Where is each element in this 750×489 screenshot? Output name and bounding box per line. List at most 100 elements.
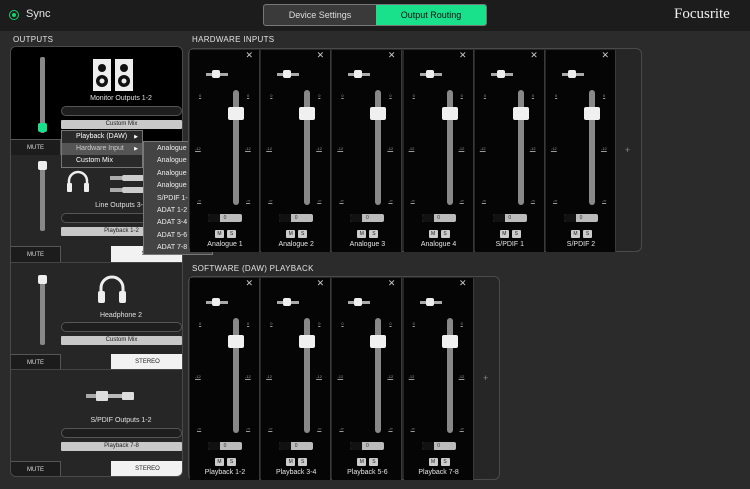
- close-icon[interactable]: ✕: [459, 278, 467, 289]
- scale-label: -12: [266, 146, 272, 151]
- fader-knob[interactable]: [299, 107, 316, 120]
- gain-value[interactable]: 0: [492, 214, 527, 222]
- scale-label: 0: [341, 93, 344, 98]
- solo-button[interactable]: S: [227, 230, 236, 238]
- mute-button[interactable]: M: [428, 458, 438, 466]
- close-icon[interactable]: ✕: [245, 50, 253, 61]
- solo-button[interactable]: S: [583, 230, 592, 238]
- solo-button[interactable]: S: [440, 230, 450, 238]
- solo-button[interactable]: S: [369, 230, 379, 238]
- mute-button[interactable]: MUTE: [11, 246, 61, 262]
- gain-value[interactable]: 0: [350, 442, 385, 450]
- scale-label: -12: [408, 146, 415, 151]
- output-name-field[interactable]: [61, 322, 182, 332]
- mute-button[interactable]: M: [357, 230, 367, 238]
- fader-knob[interactable]: [228, 335, 244, 348]
- tab-output-routing[interactable]: Output Routing: [376, 5, 486, 25]
- monitor-volume-track[interactable]: [40, 57, 45, 133]
- fader-knob[interactable]: [512, 107, 529, 120]
- headphone-volume-knob[interactable]: [38, 275, 47, 284]
- hardware-inputs-panel: ✕ 0 0 -12 -12 -∞ -∞ 0 M S Analogue 1 ✕ 0 0 -12 -12 -∞ -∞ 0…: [188, 48, 642, 252]
- solo-button[interactable]: S: [369, 458, 379, 466]
- headphone-volume-track[interactable]: [40, 275, 45, 345]
- monitor-volume-knob[interactable]: [38, 123, 47, 132]
- channel-strip: ✕ 0 0 -12 -12 -∞ -∞ 0 M S Analogue 4: [403, 50, 474, 252]
- fader-knob[interactable]: [584, 107, 600, 120]
- menu-item-hardware-input[interactable]: Hardware Input ▶: [62, 143, 142, 155]
- output-name-field[interactable]: [61, 428, 182, 438]
- channel-strip: ✕ 0 0 -12 -12 -∞ -∞ 0 M S Playback 1-2: [190, 278, 260, 480]
- fader-knob[interactable]: [441, 107, 458, 120]
- gain-value[interactable]: 0: [421, 214, 456, 222]
- scale-label: -∞: [459, 198, 464, 203]
- gain-value[interactable]: 0: [208, 214, 242, 222]
- close-icon[interactable]: ✕: [245, 278, 253, 289]
- mute-button[interactable]: MUTE: [11, 461, 61, 476]
- mute-button[interactable]: M: [499, 230, 509, 238]
- add-input-button[interactable]: +: [625, 145, 630, 155]
- stereo-button[interactable]: STEREO: [111, 354, 182, 370]
- solo-button[interactable]: S: [227, 458, 236, 466]
- add-playback-button[interactable]: +: [483, 373, 488, 383]
- output-source-select[interactable]: Custom Mix: [61, 120, 182, 129]
- gain-value[interactable]: 0: [350, 214, 385, 222]
- close-icon[interactable]: ✕: [388, 278, 396, 289]
- close-icon[interactable]: ✕: [388, 50, 396, 61]
- gain-value[interactable]: 0: [279, 214, 314, 222]
- pan-knob[interactable]: [425, 70, 434, 78]
- menu-item-playback[interactable]: Playback (DAW) ▶: [62, 131, 142, 143]
- pan-knob[interactable]: [212, 70, 220, 78]
- solo-button[interactable]: S: [440, 458, 450, 466]
- mute-button[interactable]: M: [215, 458, 224, 466]
- tab-device-settings[interactable]: Device Settings: [264, 5, 376, 25]
- scale-label: -12: [316, 146, 322, 151]
- outputs-title: OUTPUTS: [13, 35, 54, 44]
- pan-knob[interactable]: [283, 298, 292, 306]
- menu-item-custom-mix[interactable]: Custom Mix: [62, 155, 142, 167]
- pan-knob[interactable]: [425, 298, 434, 306]
- close-icon[interactable]: ✕: [317, 278, 325, 289]
- pan-knob[interactable]: [354, 70, 363, 78]
- scale-label: 0: [247, 93, 250, 98]
- close-icon[interactable]: ✕: [317, 50, 325, 61]
- pan-knob[interactable]: [212, 298, 220, 306]
- fader-knob[interactable]: [370, 107, 387, 120]
- mute-button[interactable]: M: [286, 458, 296, 466]
- mute-button[interactable]: M: [428, 230, 438, 238]
- gain-value[interactable]: 0: [208, 442, 242, 450]
- solo-button[interactable]: S: [298, 230, 308, 238]
- fader-knob[interactable]: [370, 335, 387, 348]
- gain-value[interactable]: 0: [421, 442, 456, 450]
- mute-button[interactable]: M: [357, 458, 367, 466]
- output-source-select[interactable]: Playback 7-8: [61, 442, 182, 451]
- pan-knob[interactable]: [283, 70, 292, 78]
- mute-button[interactable]: M: [215, 230, 224, 238]
- solo-button[interactable]: S: [511, 230, 521, 238]
- pan-knob[interactable]: [354, 298, 363, 306]
- close-icon[interactable]: ✕: [601, 50, 609, 61]
- gain-value[interactable]: 0: [564, 214, 598, 222]
- mute-button[interactable]: M: [571, 230, 580, 238]
- gain-value[interactable]: 0: [279, 442, 314, 450]
- speakers-icon: [92, 58, 134, 92]
- close-icon[interactable]: ✕: [530, 50, 538, 61]
- stereo-button[interactable]: STEREO: [111, 461, 182, 476]
- line-volume-knob[interactable]: [38, 161, 47, 170]
- output-name-field[interactable]: [61, 106, 182, 116]
- mute-button[interactable]: MUTE: [11, 354, 61, 370]
- mute-button[interactable]: M: [286, 230, 296, 238]
- output-source-select[interactable]: Custom Mix: [61, 336, 182, 345]
- solo-button[interactable]: S: [298, 458, 308, 466]
- fader-knob[interactable]: [299, 335, 316, 348]
- fader-knob[interactable]: [228, 107, 244, 120]
- mute-button[interactable]: MUTE: [11, 139, 61, 155]
- scale-label: 0: [412, 321, 415, 326]
- fader-knob[interactable]: [441, 335, 458, 348]
- pan-knob[interactable]: [568, 70, 576, 78]
- pan-knob[interactable]: [496, 70, 505, 78]
- source-menu: Playback (DAW) ▶ Hardware Input ▶ Custom M…: [61, 130, 143, 168]
- close-icon[interactable]: ✕: [459, 50, 467, 61]
- scale-label: -∞: [388, 198, 393, 203]
- line-volume-track[interactable]: [40, 161, 45, 231]
- channel-name: Analogue 1: [207, 241, 243, 248]
